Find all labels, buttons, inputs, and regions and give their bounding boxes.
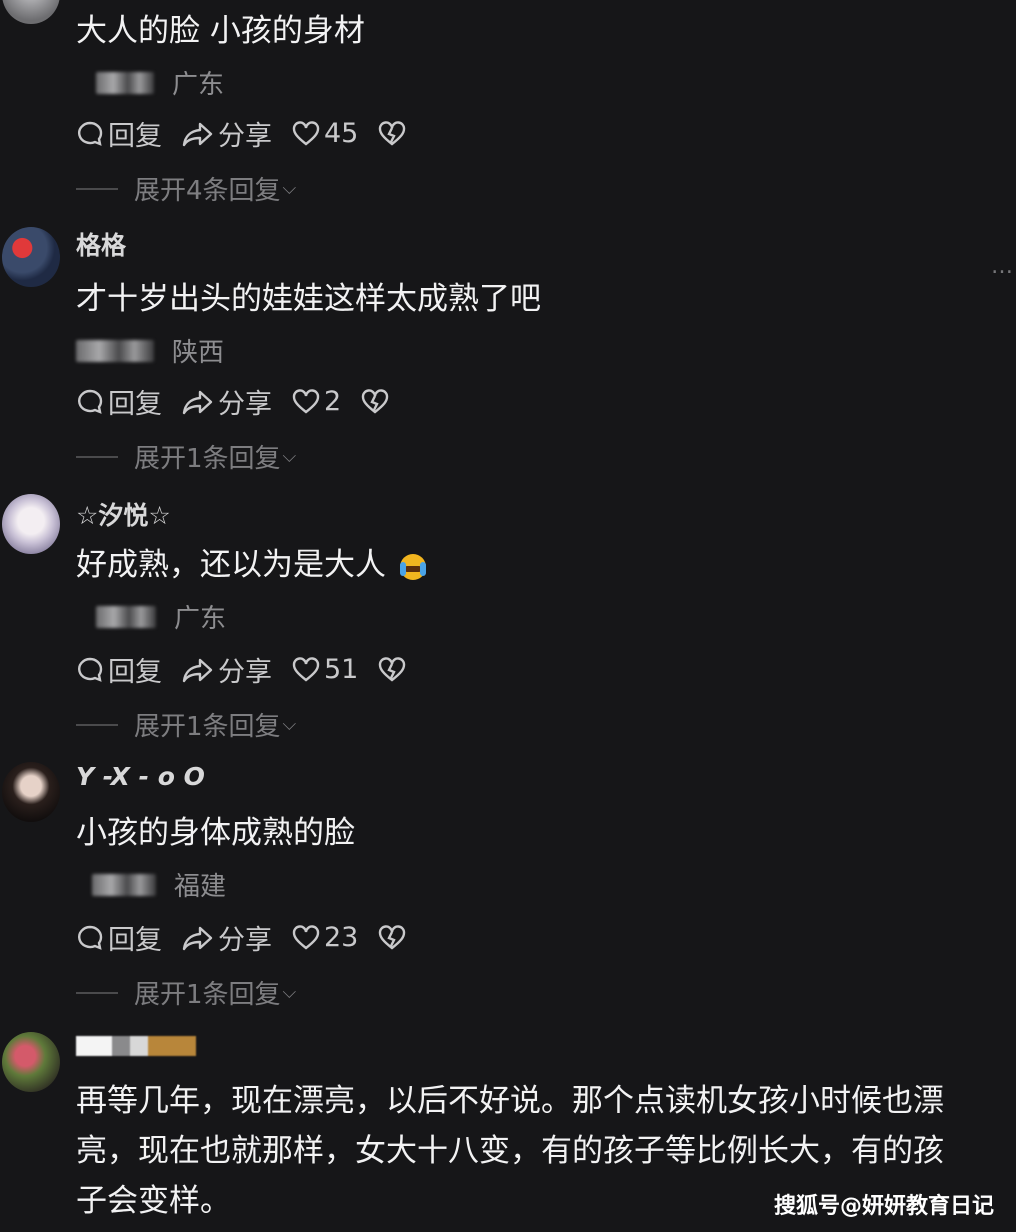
like-button[interactable]: 23 xyxy=(292,922,358,953)
blurred-date xyxy=(92,873,156,896)
comment-text-line-3: 子会变样。 xyxy=(76,1183,231,1219)
like-button[interactable]: 2 xyxy=(292,386,341,417)
comment-text: 好成熟，还以为是大人 xyxy=(76,540,426,590)
username[interactable]: ☆汐悦☆ xyxy=(76,496,171,532)
comment-text-line-2: 亮，现在也就那样，女大十八变，有的孩子等比例长大，有的孩 xyxy=(76,1133,944,1169)
broken-heart-icon xyxy=(361,388,389,414)
reply-icon xyxy=(78,121,103,146)
reply-button[interactable]: 回复 xyxy=(76,650,162,689)
dislike-button[interactable] xyxy=(378,656,410,683)
expand-replies[interactable]: 展开1条回复 ⌵ xyxy=(76,438,296,475)
expand-replies[interactable]: 展开4条回复 ⌵ xyxy=(76,170,296,207)
chevron-down-icon: ⌵ xyxy=(282,446,297,467)
chevron-down-icon: ⌵ xyxy=(282,178,297,199)
location-label: 福建 xyxy=(174,872,227,902)
username[interactable]: Y -X - o O xyxy=(76,762,205,791)
avatar[interactable] xyxy=(2,762,60,822)
comment-actions: 回复 分享 2 xyxy=(76,382,413,421)
dislike-button[interactable] xyxy=(361,388,393,415)
comment-actions: 回复 分享 23 xyxy=(76,918,430,957)
blurred-date xyxy=(96,605,156,628)
reply-icon xyxy=(78,925,103,950)
comment-actions: 回复 分享 45 xyxy=(76,114,430,153)
share-button[interactable]: 分享 xyxy=(182,382,272,421)
like-count: 51 xyxy=(324,654,359,685)
heart-icon xyxy=(292,120,320,146)
reply-button[interactable]: 回复 xyxy=(76,382,162,421)
location-label: 广东 xyxy=(174,604,227,634)
comment-meta: 广东 xyxy=(96,64,224,101)
avatar[interactable] xyxy=(2,494,60,554)
reply-icon xyxy=(78,657,103,682)
comment-meta: 广东 xyxy=(96,598,226,635)
share-button[interactable]: 分享 xyxy=(182,650,272,689)
expand-replies[interactable]: 展开1条回复 ⌵ xyxy=(76,974,296,1011)
avatar[interactable] xyxy=(2,0,60,24)
blurred-date xyxy=(96,71,154,94)
comment-text: 大人的脸 小孩的身材 xyxy=(76,13,365,49)
broken-heart-icon xyxy=(379,924,406,950)
divider xyxy=(76,187,118,190)
broken-heart-icon xyxy=(379,656,406,682)
expand-replies[interactable]: 展开1条回复 ⌵ xyxy=(76,706,296,743)
chevron-down-icon: ⌵ xyxy=(282,982,297,1003)
avatar[interactable] xyxy=(2,227,60,287)
share-icon xyxy=(182,122,213,146)
like-count: 45 xyxy=(324,118,359,149)
comment-text-line-1: 再等几年，现在漂亮，以后不好说。那个点读机女孩小时候也漂 xyxy=(76,1083,944,1119)
dislike-button[interactable] xyxy=(378,120,410,147)
share-button[interactable]: 分享 xyxy=(182,918,272,957)
more-options-icon[interactable]: … xyxy=(991,254,1014,279)
like-count: 23 xyxy=(324,922,359,953)
heart-icon xyxy=(292,924,320,950)
location-label: 陕西 xyxy=(172,338,225,368)
blurred-date xyxy=(76,339,154,362)
comment-actions: 回复 分享 51 xyxy=(76,650,430,689)
divider xyxy=(76,455,118,458)
like-count: 2 xyxy=(324,386,342,417)
share-icon xyxy=(182,390,213,414)
crying-emoji-icon xyxy=(399,553,426,580)
like-button[interactable]: 45 xyxy=(292,118,358,149)
broken-heart-icon xyxy=(379,120,406,146)
chevron-down-icon: ⌵ xyxy=(282,714,297,735)
username[interactable]: 格格 xyxy=(76,226,126,262)
reply-button[interactable]: 回复 xyxy=(76,918,162,957)
reply-button[interactable]: 回复 xyxy=(76,114,162,153)
heart-icon xyxy=(292,388,320,414)
like-button[interactable]: 51 xyxy=(292,654,358,685)
share-icon xyxy=(182,658,213,682)
comment-text: 小孩的身体成熟的脸 xyxy=(76,815,355,851)
divider xyxy=(76,723,118,726)
avatar[interactable] xyxy=(2,1032,60,1092)
share-button[interactable]: 分享 xyxy=(182,114,272,153)
reply-icon xyxy=(78,389,103,414)
share-icon xyxy=(182,926,213,950)
comment-text: 才十岁出头的娃娃这样太成熟了吧 xyxy=(76,281,541,317)
comment-meta: 福建 xyxy=(92,866,226,903)
dislike-button[interactable] xyxy=(378,924,410,951)
watermark: 搜狐号@妍妍教育日记 xyxy=(773,1194,994,1219)
divider xyxy=(76,991,118,994)
location-label: 广东 xyxy=(172,70,225,100)
heart-icon xyxy=(292,656,320,682)
blurred-username[interactable] xyxy=(76,1036,196,1056)
comment-meta: 陕西 xyxy=(76,332,224,369)
